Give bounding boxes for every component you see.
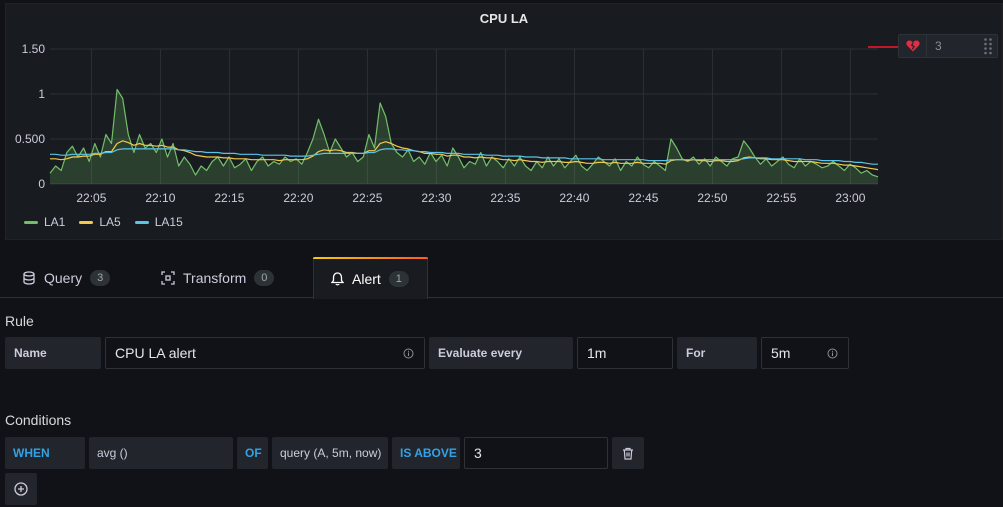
query-select[interactable]: query (A, 5m, now)	[272, 437, 388, 469]
y-tick-label: 0.500	[15, 132, 45, 146]
evaluate-every-label: Evaluate every	[429, 337, 573, 369]
bell-icon	[331, 271, 344, 285]
y-tick-label: 1.50	[22, 42, 46, 56]
for-value: 5m	[771, 345, 791, 361]
plus-circle-icon	[14, 482, 28, 496]
threshold-handle[interactable]: 3	[898, 34, 998, 58]
tab-query-count: 3	[90, 269, 111, 286]
x-tick-label: 22:05	[76, 191, 106, 205]
broken-heart-icon	[899, 35, 927, 57]
rule-name-value: CPU LA alert	[115, 345, 196, 361]
legend-label-la15: LA15	[154, 215, 183, 229]
x-tick-label: 22:20	[283, 191, 313, 205]
x-tick-label: 22:45	[628, 191, 658, 205]
legend-item-la15[interactable]: LA15	[134, 215, 183, 229]
legend-item-la1[interactable]: LA1	[24, 215, 65, 229]
tab-alert[interactable]: Alert 1	[313, 257, 428, 299]
drag-grip-icon	[984, 38, 992, 55]
tab-transform-label: Transform	[183, 269, 247, 286]
trash-icon	[623, 447, 633, 460]
evaluator-select[interactable]: IS ABOVE	[392, 437, 460, 469]
condition-of-label: OF	[237, 437, 268, 469]
legend-swatch-la1	[24, 220, 38, 224]
name-label: Name	[5, 337, 101, 369]
x-tick-label: 23:00	[835, 191, 865, 205]
threshold-handle-value: 3	[935, 39, 942, 53]
tab-query-label: Query	[44, 269, 83, 286]
editor-tabs: Query 3 Transform 0 Alert 1	[0, 257, 1003, 299]
y-tick-label: 1	[38, 87, 45, 101]
for-label: For	[677, 337, 757, 369]
threshold-value: 3	[474, 445, 482, 461]
x-tick-label: 22:50	[697, 191, 727, 205]
tab-transform[interactable]: Transform 0	[151, 257, 284, 298]
tab-alert-label: Alert	[352, 270, 381, 287]
of-keyword: OF	[245, 446, 262, 460]
x-tick-label: 22:40	[559, 191, 589, 205]
legend-label-la1: LA1	[44, 215, 66, 229]
legend-label-la5: LA5	[99, 215, 121, 229]
tab-query[interactable]: Query 3	[12, 257, 120, 298]
cpu-la-chart: 0 0.500 1 1.50 22:05 22:10 22:15 22:20 22:25 22:3…	[15, 42, 879, 205]
legend-item-la5[interactable]: LA5	[79, 215, 121, 229]
reducer-value: avg ()	[97, 446, 128, 460]
x-tick-label: 22:55	[766, 191, 796, 205]
rule-section-title: Rule	[5, 313, 34, 329]
evaluate-every-value: 1m	[587, 345, 607, 361]
condition-when-label: WHEN	[5, 437, 85, 469]
legend-swatch-la15	[134, 220, 149, 224]
series-area-la1	[50, 89, 878, 184]
add-condition-button[interactable]	[5, 473, 37, 505]
y-tick-label: 0	[38, 177, 45, 191]
threshold-input[interactable]: 3	[464, 437, 608, 469]
rule-name-input[interactable]: CPU LA alert	[105, 337, 425, 369]
legend-swatch-la5	[79, 220, 94, 224]
x-tick-label: 22:15	[214, 191, 244, 205]
x-tick-label: 22:25	[352, 191, 382, 205]
database-icon	[23, 270, 35, 285]
info-icon[interactable]	[403, 348, 414, 359]
info-icon[interactable]	[827, 348, 838, 359]
tab-alert-count: 1	[388, 270, 409, 287]
x-tick-label: 22:35	[490, 191, 520, 205]
reducer-select[interactable]: avg ()	[89, 437, 233, 469]
threshold-line	[868, 46, 898, 48]
conditions-section-title: Conditions	[5, 412, 72, 428]
tab-transform-count: 0	[254, 269, 275, 286]
evaluate-every-input[interactable]: 1m	[577, 337, 673, 369]
chart-legend: LA1 LA5 LA15	[24, 215, 183, 229]
graph-panel: CPU LA 0 0.500 1 1.50 22:05 22:10 22:15 22:20 22…	[5, 3, 1003, 240]
evaluator-value: IS ABOVE	[400, 446, 457, 460]
x-tick-label: 22:30	[421, 191, 451, 205]
query-value: query (A, 5m, now)	[280, 446, 382, 460]
transform-icon	[161, 270, 175, 285]
delete-condition-button[interactable]	[612, 437, 644, 469]
for-input[interactable]: 5m	[761, 337, 849, 369]
x-tick-label: 22:10	[145, 191, 175, 205]
when-keyword: WHEN	[13, 446, 50, 460]
